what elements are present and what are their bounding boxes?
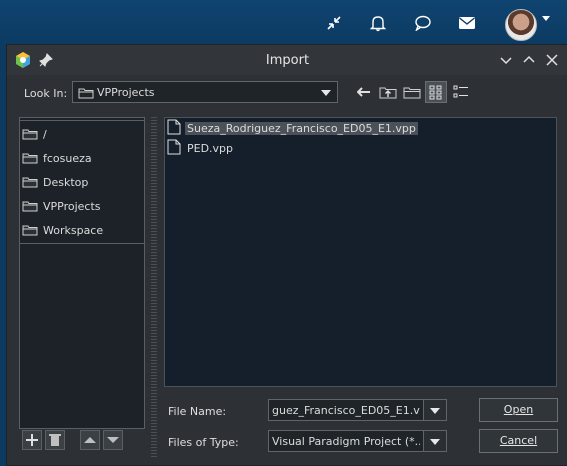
place-label: /: [43, 127, 47, 141]
folder-icon: [22, 128, 38, 140]
open-button[interactable]: Open: [479, 398, 558, 422]
move-up-button[interactable]: [80, 430, 100, 450]
file-name: PED.vpp: [187, 141, 234, 155]
close-icon[interactable]: [543, 51, 561, 69]
file-name-label: File Name:: [168, 405, 227, 418]
file-name-input[interactable]: guez_Francisco_ED05_E1.vpp: [272, 404, 420, 417]
place-label: fcosueza: [43, 151, 92, 165]
chevron-down-icon[interactable]: [423, 431, 446, 451]
panel-splitter[interactable]: [151, 117, 157, 457]
list-view-icon[interactable]: [425, 81, 447, 103]
dialog-titlebar: Import: [7, 45, 567, 75]
details-view-icon[interactable]: [453, 85, 469, 102]
list-item[interactable]: Sueza_Rodriguez_Francisco_ED05_E1.vpp: [167, 119, 418, 137]
import-dialog: Import Look In: VPProjects / fcosueza De…: [6, 44, 567, 466]
place-desktop[interactable]: Desktop: [22, 172, 88, 192]
new-folder-icon[interactable]: [403, 85, 421, 102]
place-label: Desktop: [43, 175, 89, 189]
collapse-arrows-icon[interactable]: [324, 13, 344, 33]
file-name-combo[interactable]: guez_Francisco_ED05_E1.vpp: [268, 399, 447, 421]
file-list: Sueza_Rodriguez_Francisco_ED05_E1.vpp PE…: [164, 117, 557, 387]
minimize-chevron-icon[interactable]: [497, 51, 515, 69]
place-workspace[interactable]: Workspace: [22, 220, 103, 240]
up-folder-icon[interactable]: [379, 85, 397, 102]
app-topbar: [0, 0, 567, 46]
chevron-down-icon[interactable]: [423, 400, 446, 420]
folder-icon: [22, 152, 38, 164]
files-of-type-value: Visual Paradigm Project (*....: [272, 435, 420, 448]
chevron-down-icon[interactable]: [315, 82, 337, 102]
cancel-button[interactable]: Cancel: [479, 429, 558, 453]
bell-icon[interactable]: [368, 13, 388, 33]
mail-icon[interactable]: [457, 13, 477, 33]
place-label: Workspace: [43, 223, 104, 237]
look-in-value: VPProjects: [97, 86, 155, 99]
folder-icon: [22, 176, 38, 188]
places-panel: / fcosueza Desktop VPProjects Workspace: [19, 117, 145, 429]
file-icon: [167, 139, 181, 158]
file-icon: [167, 119, 181, 138]
place-fcosueza[interactable]: fcosueza: [22, 148, 92, 168]
files-of-type-combo[interactable]: Visual Paradigm Project (*....: [268, 430, 447, 452]
folder-icon: [22, 224, 38, 236]
user-avatar[interactable]: [505, 9, 537, 41]
look-in-combo[interactable]: VPProjects: [72, 81, 338, 103]
files-of-type-label: Files of Type:: [168, 436, 239, 449]
look-in-label: Look In:: [24, 87, 68, 100]
folder-icon: [22, 200, 38, 212]
place-vpprojects[interactable]: VPProjects: [22, 196, 101, 216]
list-item[interactable]: PED.vpp: [167, 139, 235, 157]
place-root[interactable]: /: [22, 124, 47, 144]
add-place-button[interactable]: [22, 430, 42, 450]
back-arrow-icon[interactable]: [356, 87, 371, 100]
file-name: Sueza_Rodriguez_Francisco_ED05_E1.vpp: [185, 121, 418, 135]
chat-bubble-icon[interactable]: [413, 13, 433, 33]
move-down-button[interactable]: [103, 430, 123, 450]
remove-place-button[interactable]: [45, 430, 65, 450]
dialog-title: Import: [265, 53, 310, 68]
chevron-down-icon[interactable]: [542, 16, 550, 21]
folder-icon: [78, 87, 94, 102]
maximize-chevron-icon[interactable]: [520, 51, 538, 69]
place-label: VPProjects: [43, 199, 101, 213]
